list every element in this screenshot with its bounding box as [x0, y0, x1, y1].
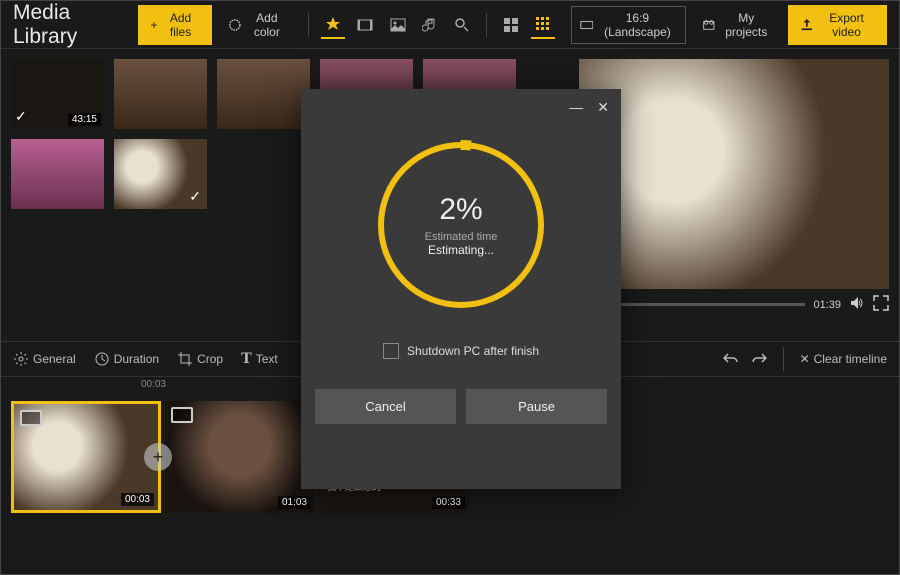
color-wheel-icon [228, 17, 242, 33]
minimize-button[interactable]: — [569, 99, 583, 115]
pause-button[interactable]: Pause [466, 389, 607, 424]
preview-panel: 0:00 01:39 [579, 59, 889, 314]
text-icon: T [241, 350, 252, 368]
search-icon[interactable] [450, 11, 474, 39]
close-icon: ✕ [800, 352, 810, 366]
crop-icon [177, 351, 193, 367]
shutdown-option[interactable]: Shutdown PC after finish [301, 343, 621, 359]
media-thumb[interactable] [217, 59, 310, 129]
tab-text[interactable]: T Text [241, 350, 278, 368]
filter-video-icon[interactable] [353, 11, 377, 39]
separator [783, 347, 784, 371]
ruler-mark: 00:03 [141, 379, 166, 390]
add-clip-button[interactable]: + [144, 443, 172, 471]
media-thumb[interactable]: ✓ 43:15 [11, 59, 104, 129]
filter-favorites-icon[interactable] [321, 11, 345, 39]
redo-button[interactable] [751, 351, 767, 367]
preview-scrubber[interactable] [608, 303, 805, 306]
preview-video[interactable] [579, 59, 889, 289]
timeline-clip[interactable]: 00:03 + [11, 401, 161, 513]
projects-icon [702, 17, 716, 33]
shutdown-checkbox[interactable] [383, 343, 399, 359]
export-progress-dialog: — ✕ 2% Estimated time Estimating... Shut… [301, 89, 621, 489]
clip-type-icon [171, 407, 193, 423]
undo-icon [723, 351, 739, 367]
separator [486, 13, 487, 37]
plus-icon: + [150, 18, 157, 32]
tab-duration[interactable]: Duration [94, 351, 159, 367]
undo-button[interactable] [723, 351, 739, 367]
aspect-ratio-button[interactable]: 16:9 (Landscape) [571, 6, 687, 44]
preview-total-time: 01:39 [813, 299, 841, 311]
media-thumb[interactable] [114, 59, 207, 129]
add-color-button[interactable]: Add color [220, 5, 297, 45]
app-title: Media Library [13, 1, 122, 49]
timeline-clip[interactable]: 01:03 [165, 401, 315, 513]
filter-audio-icon[interactable] [418, 11, 442, 39]
tab-crop[interactable]: Crop [177, 351, 223, 367]
check-icon: ✓ [189, 188, 201, 205]
progress-ring: 2% Estimated time Estimating... [371, 135, 551, 315]
gear-icon [13, 351, 29, 367]
media-thumb[interactable]: ✓ [114, 139, 207, 209]
export-video-button[interactable]: Export video [788, 5, 887, 45]
clip-duration: 00:33 [432, 496, 465, 509]
main-toolbar: Media Library + Add files Add color [1, 1, 899, 49]
add-files-button[interactable]: + Add files [138, 5, 211, 45]
clip-duration: 00:03 [121, 493, 154, 506]
preview-controls: 0:00 01:39 [579, 295, 889, 314]
fullscreen-icon[interactable] [873, 295, 889, 314]
tab-general[interactable]: General [13, 351, 76, 367]
clock-icon [94, 351, 110, 367]
cancel-button[interactable]: Cancel [315, 389, 456, 424]
export-icon [800, 17, 814, 33]
clear-timeline-button[interactable]: ✕ Clear timeline [800, 352, 887, 366]
estimated-time-label: Estimated time [425, 231, 498, 243]
shutdown-label: Shutdown PC after finish [407, 344, 539, 358]
redo-icon [751, 351, 767, 367]
clip-duration: 01:03 [278, 496, 311, 509]
my-projects-button[interactable]: My projects [694, 5, 780, 45]
clip-type-icon [20, 410, 42, 426]
check-icon: ✓ [15, 108, 27, 125]
aspect-icon [580, 17, 594, 33]
close-button[interactable]: ✕ [597, 99, 609, 116]
progress-percent: 2% [439, 193, 482, 227]
filter-image-icon[interactable] [385, 11, 409, 39]
media-thumb[interactable] [11, 139, 104, 209]
duration-badge: 43:15 [68, 113, 101, 126]
volume-icon[interactable] [849, 295, 865, 314]
view-large-icon[interactable] [499, 11, 523, 39]
view-small-icon[interactable] [531, 11, 555, 39]
separator [308, 13, 309, 37]
estimated-time-value: Estimating... [428, 243, 494, 257]
